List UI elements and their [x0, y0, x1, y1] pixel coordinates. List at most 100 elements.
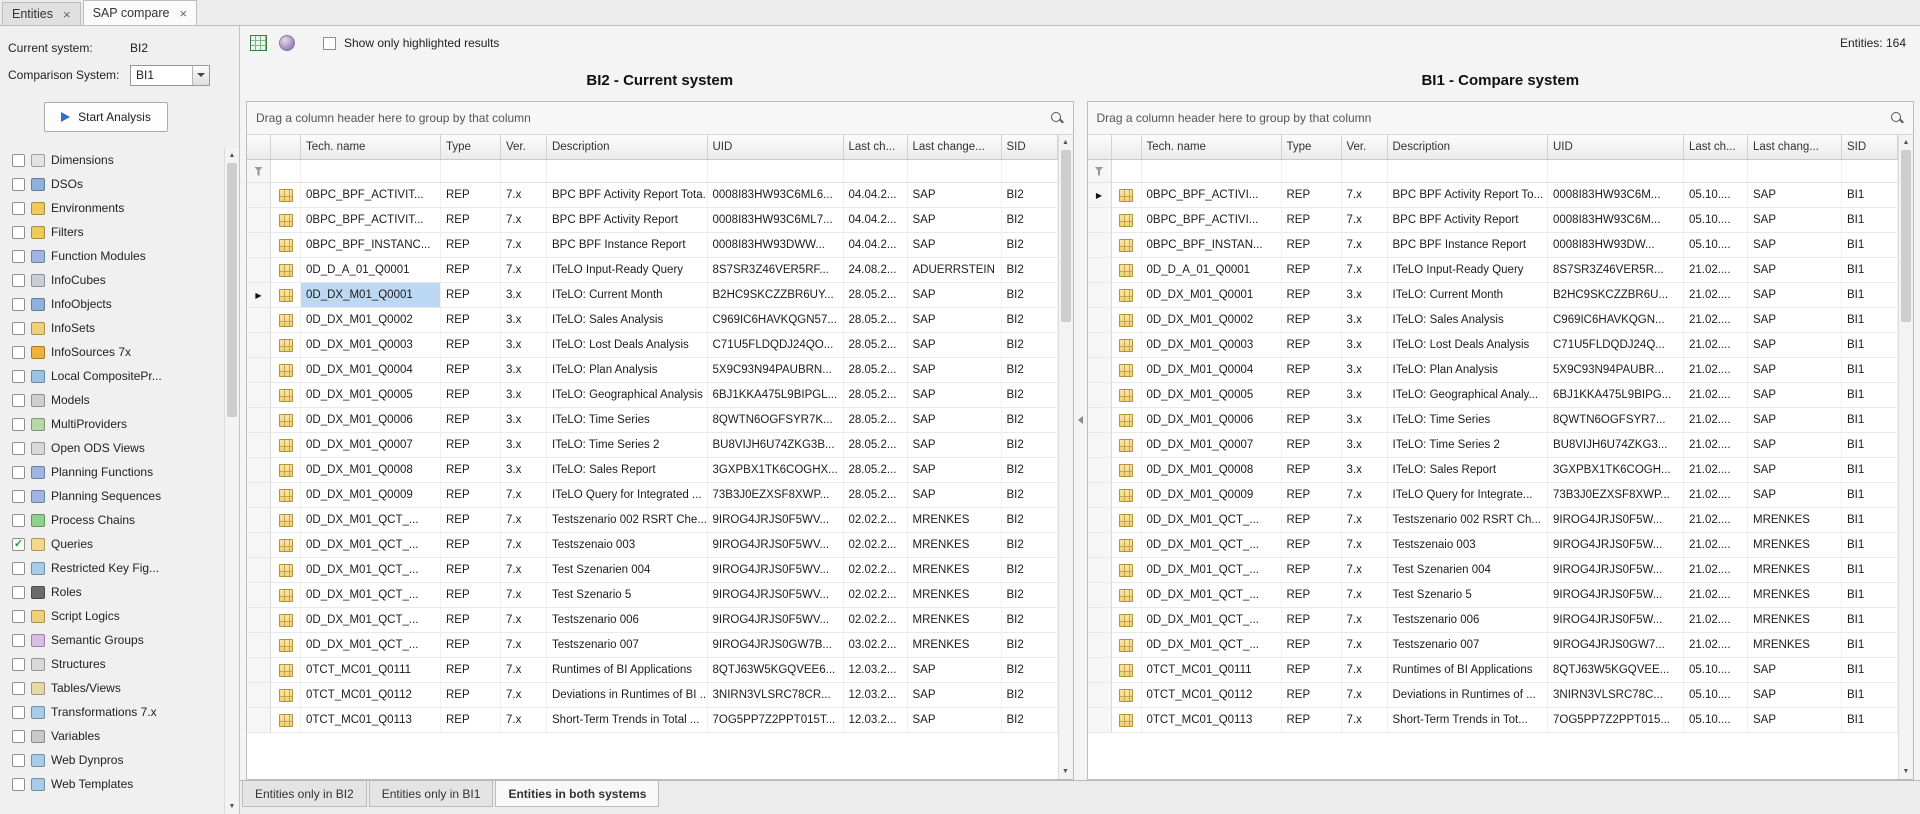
table-row[interactable]: 0TCT_MC01_Q0113REP7.xShort-Term Trends i… — [247, 708, 1058, 733]
cell[interactable]: BI1 — [1842, 633, 1898, 658]
filter-cell[interactable] — [844, 160, 908, 182]
scroll-up-icon[interactable]: ▲ — [1059, 135, 1073, 150]
cell[interactable]: 8S7SR3Z46VER5RF... — [708, 258, 844, 283]
cell[interactable]: REP — [1282, 533, 1342, 558]
cell[interactable]: Testszenario 002 RSRT Che... — [547, 508, 708, 533]
cell[interactable]: 28.05.2... — [844, 408, 908, 433]
cell[interactable]: 21.02.... — [1684, 408, 1748, 433]
cell[interactable]: 7.x — [1342, 708, 1388, 733]
compare-highlight-icon[interactable] — [279, 35, 295, 51]
cell[interactable]: 0D_DX_M01_Q0008 — [301, 458, 441, 483]
cell[interactable]: Runtimes of BI Applications — [1388, 658, 1549, 683]
cell[interactable]: REP — [1282, 483, 1342, 508]
restricted-key-fig-checkbox[interactable] — [12, 562, 25, 575]
cell[interactable]: 9IROG4JRJS0F5WV... — [708, 608, 844, 633]
filter-cell[interactable] — [301, 160, 441, 182]
sidebar-item-restricted-key-fig[interactable]: Restricted Key Fig... — [12, 556, 224, 580]
cell[interactable]: 7.x — [501, 558, 547, 583]
table-row[interactable]: 0D_D_A_01_Q0001REP7.xITeLO Input-Ready Q… — [247, 258, 1058, 283]
cell[interactable]: 7.x — [1342, 583, 1388, 608]
cell[interactable]: 0D_DX_M01_Q0003 — [301, 333, 441, 358]
cell[interactable]: 21.02.... — [1684, 258, 1748, 283]
table-row[interactable]: 0D_DX_M01_Q0009REP7.xITeLO Query for Int… — [247, 483, 1058, 508]
cell[interactable]: 0D_DX_M01_Q0009 — [1142, 483, 1282, 508]
table-row[interactable]: 0D_DX_M01_QCT_...REP7.xTest Szenarien 00… — [247, 558, 1058, 583]
table-row[interactable]: 0D_D_A_01_Q0001REP7.xITeLO Input-Ready Q… — [1088, 258, 1899, 283]
cell[interactable]: 28.05.2... — [844, 458, 908, 483]
cell[interactable]: ITeLO Query for Integrated ... — [547, 483, 708, 508]
cell[interactable]: 7.x — [1342, 683, 1388, 708]
cell[interactable]: 0D_DX_M01_Q0002 — [301, 308, 441, 333]
cell[interactable]: 0TCT_MC01_Q0113 — [1142, 708, 1282, 733]
cell[interactable]: 7.x — [1342, 608, 1388, 633]
cell[interactable]: 21.02.... — [1684, 458, 1748, 483]
cell[interactable]: 9IROG4JRJS0F5WV... — [708, 558, 844, 583]
sidebar-item-infosets[interactable]: InfoSets — [12, 316, 224, 340]
cell[interactable]: BU8VIJH6U74ZKG3B... — [708, 433, 844, 458]
infosets-checkbox[interactable] — [12, 322, 25, 335]
cell[interactable]: REP — [1282, 633, 1342, 658]
cell[interactable]: 0008I83HW93C6ML6... — [708, 183, 844, 208]
cell[interactable]: 21.02.... — [1684, 633, 1748, 658]
cell[interactable]: 28.05.2... — [844, 358, 908, 383]
cell[interactable]: ITeLO Query for Integrate... — [1388, 483, 1549, 508]
cell[interactable]: REP — [1282, 708, 1342, 733]
cell[interactable]: 7.x — [501, 633, 547, 658]
cell[interactable]: 0D_DX_M01_QCT_... — [1142, 558, 1282, 583]
cell[interactable]: 7.x — [501, 683, 547, 708]
tab-entities[interactable]: Entities × — [2, 2, 81, 25]
cell[interactable]: REP — [1282, 408, 1342, 433]
cell[interactable]: BI1 — [1842, 433, 1898, 458]
table-row[interactable]: 0D_DX_M01_QCT_...REP7.xTestszenario 0079… — [1088, 633, 1899, 658]
cell[interactable]: REP — [441, 183, 501, 208]
cell[interactable]: 3NIRN3VLSRC78CR... — [708, 683, 844, 708]
function-modules-checkbox[interactable] — [12, 250, 25, 263]
cell[interactable]: 3NIRN3VLSRC78C... — [1548, 683, 1684, 708]
cell[interactable]: 7.x — [1342, 558, 1388, 583]
cell[interactable]: 9IROG4JRJS0F5WV... — [708, 533, 844, 558]
environments-checkbox[interactable] — [12, 202, 25, 215]
sidebar-item-semantic-groups[interactable]: Semantic Groups — [12, 628, 224, 652]
cell[interactable]: SAP — [1748, 433, 1842, 458]
cell[interactable]: 03.02.2... — [844, 633, 908, 658]
cell[interactable]: REP — [441, 433, 501, 458]
cell[interactable]: BI1 — [1842, 208, 1898, 233]
table-row[interactable]: 0D_DX_M01_Q0003REP3.xITeLO: Lost Deals A… — [1088, 333, 1899, 358]
sidebar-item-planning-sequences[interactable]: Planning Sequences — [12, 484, 224, 508]
sidebar-item-process-chains[interactable]: Process Chains — [12, 508, 224, 532]
column-header[interactable]: Type — [1282, 135, 1342, 159]
script-logics-checkbox[interactable] — [12, 610, 25, 623]
cell[interactable]: 21.02.... — [1684, 533, 1748, 558]
cell[interactable]: REP — [441, 658, 501, 683]
web-dynpros-checkbox[interactable] — [12, 754, 25, 767]
planning-sequences-checkbox[interactable] — [12, 490, 25, 503]
cell[interactable]: MRENKES — [1748, 508, 1842, 533]
cell[interactable]: 02.02.2... — [844, 558, 908, 583]
cell[interactable]: 7.x — [501, 583, 547, 608]
cell[interactable]: SAP — [1748, 283, 1842, 308]
cell[interactable]: Runtimes of BI Applications — [547, 658, 708, 683]
cell[interactable]: BI2 — [1002, 533, 1058, 558]
sidebar-item-models[interactable]: Models — [12, 388, 224, 412]
cell[interactable]: Testszenario 002 RSRT Ch... — [1388, 508, 1549, 533]
cell[interactable]: 05.10.... — [1684, 183, 1748, 208]
column-header[interactable]: Last chang... — [1748, 135, 1842, 159]
cell[interactable]: 0BPC_BPF_INSTAN... — [1142, 233, 1282, 258]
cell[interactable]: SAP — [908, 233, 1002, 258]
cell[interactable]: Testszenaio 003 — [547, 533, 708, 558]
cell[interactable]: ITeLO: Geographical Analysis — [547, 383, 708, 408]
table-row[interactable]: 0D_DX_M01_QCT_...REP7.xTest Szenarien 00… — [1088, 558, 1899, 583]
cell[interactable]: ITeLO Input-Ready Query — [547, 258, 708, 283]
cell[interactable]: 0D_D_A_01_Q0001 — [1142, 258, 1282, 283]
cell[interactable]: 02.02.2... — [844, 608, 908, 633]
cell[interactable]: BI1 — [1842, 283, 1898, 308]
table-row[interactable]: 0D_DX_M01_QCT_...REP7.xTestszenaio 0039I… — [1088, 533, 1899, 558]
cell[interactable]: SAP — [1748, 658, 1842, 683]
cell[interactable]: BI1 — [1842, 233, 1898, 258]
cell[interactable]: 0D_DX_M01_QCT_... — [301, 583, 441, 608]
cell[interactable]: 7.x — [501, 258, 547, 283]
cell[interactable]: BPC BPF Activity Report Tota... — [547, 183, 708, 208]
cell[interactable]: Testszenaio 003 — [1388, 533, 1549, 558]
cell[interactable]: 21.02.... — [1684, 308, 1748, 333]
cell[interactable]: 0D_DX_M01_QCT_... — [1142, 608, 1282, 633]
